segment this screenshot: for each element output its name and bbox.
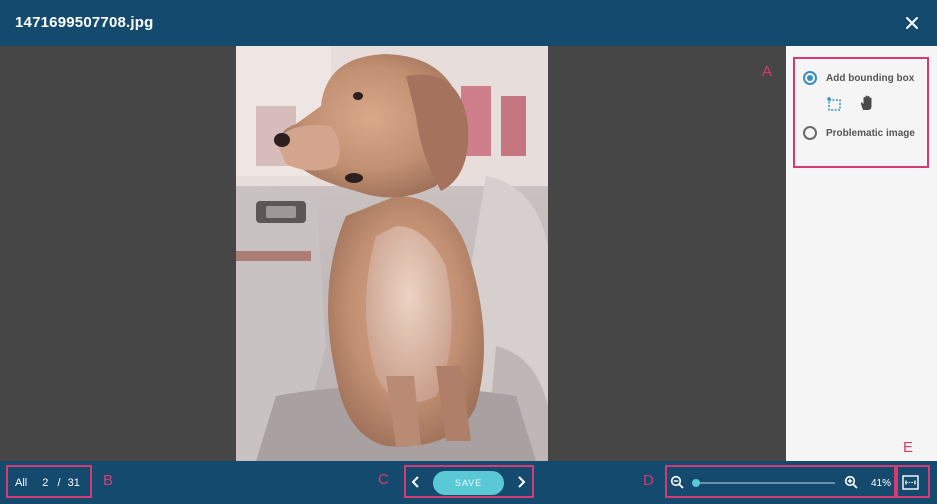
image-counter: All 2 / 31: [15, 477, 86, 489]
bounding-box-tool-icon[interactable]: [826, 96, 844, 114]
current-index: 2: [42, 477, 49, 489]
zoom-slider[interactable]: [691, 479, 835, 487]
file-name-title: 1471699507708.jpg: [15, 14, 154, 31]
total-count: 31: [67, 477, 80, 489]
annotation-label-e: E: [903, 439, 914, 456]
annotation-label-c: C: [378, 471, 389, 488]
annotation-label-d: D: [643, 472, 654, 489]
zoom-in-icon[interactable]: [844, 475, 858, 489]
option-add-bounding-box[interactable]: Add bounding box: [803, 71, 914, 85]
filter-all-label[interactable]: All: [15, 477, 27, 489]
save-button[interactable]: SAVE: [433, 471, 504, 495]
annotation-panel: Add bounding box Problematic image: [786, 46, 937, 461]
close-button[interactable]: [901, 12, 923, 34]
hand-pan-icon[interactable]: [858, 94, 876, 112]
radio-checked-icon[interactable]: [803, 71, 817, 85]
previous-image-button[interactable]: [409, 474, 423, 490]
radio-unchecked-icon[interactable]: [803, 126, 817, 140]
dog-photo[interactable]: [236, 46, 548, 461]
zoom-slider-thumb[interactable]: [691, 479, 700, 487]
option-label: Add bounding box: [826, 72, 915, 84]
bottom-toolbar: All 2 / 31 B C SAVE D 41%: [0, 461, 937, 504]
close-icon: [906, 17, 918, 29]
option-problematic-image[interactable]: Problematic image: [803, 126, 915, 140]
option-label: Problematic image: [826, 127, 915, 139]
fit-to-screen-icon[interactable]: [902, 475, 919, 490]
options-highlight: Add bounding box Problematic image: [793, 57, 929, 168]
zoom-percentage: 41%: [871, 478, 892, 489]
title-bar: 1471699507708.jpg: [0, 0, 937, 46]
annotation-label-b: B: [103, 472, 114, 489]
image-stage[interactable]: [0, 46, 786, 461]
index-separator: /: [57, 477, 61, 489]
zoom-out-icon[interactable]: [670, 475, 684, 489]
annotation-label-a: A: [762, 63, 773, 80]
next-image-button[interactable]: [514, 474, 528, 490]
